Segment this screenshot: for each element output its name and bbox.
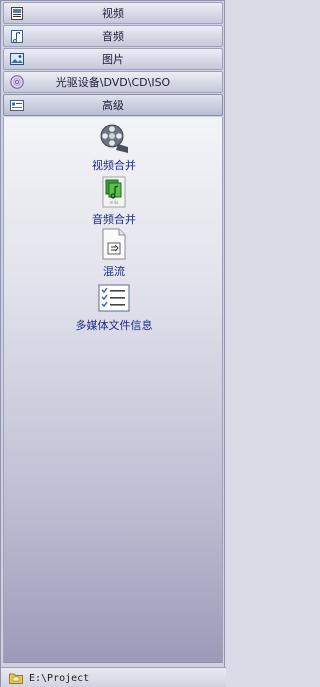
current-path: E:\Project: [29, 672, 90, 684]
category-audio[interactable]: 音频: [3, 25, 223, 47]
disc-icon: [10, 75, 24, 89]
category-label: 高级: [102, 99, 124, 112]
category-advanced[interactable]: 高级: [3, 94, 223, 116]
image-file-icon: [10, 52, 24, 66]
side-panel: 视频 音频 图片 光驱设备\DVD\CD\ISO 高级 视频合并 m4a 音频合…: [0, 0, 226, 687]
tool-label: 音频合并: [92, 213, 136, 226]
advanced-icon: [10, 98, 24, 112]
audio-file-icon: [10, 29, 24, 43]
video-file-icon: [10, 6, 24, 20]
tool-video-merge[interactable]: 视频合并: [4, 121, 224, 173]
tool-label: 混流: [103, 265, 125, 278]
category-image[interactable]: 图片: [3, 48, 223, 70]
checklist-icon: [97, 281, 131, 315]
advanced-tools-pane: 视频合并 m4a 音频合并 混流 多媒体文件信息: [3, 117, 223, 663]
category-label: 音频: [102, 30, 124, 43]
tool-audio-merge[interactable]: m4a 音频合并: [4, 175, 224, 227]
folder-icon: [9, 672, 23, 684]
music-merge-icon: m4a: [97, 175, 131, 209]
category-label: 视频: [102, 7, 124, 20]
category-label: 光驱设备\DVD\CD\ISO: [55, 76, 171, 89]
category-label: 图片: [102, 53, 124, 66]
tool-mux[interactable]: 混流: [4, 227, 224, 279]
tool-label: 视频合并: [92, 159, 136, 172]
status-bar: E:\Project: [1, 667, 226, 687]
category-video[interactable]: 视频: [3, 2, 223, 24]
svg-text:m4a: m4a: [110, 200, 119, 205]
film-reel-icon: [97, 121, 131, 155]
tool-media-info[interactable]: 多媒体文件信息: [4, 281, 224, 333]
category-disc[interactable]: 光驱设备\DVD\CD\ISO: [3, 71, 223, 93]
tool-label: 多媒体文件信息: [75, 319, 153, 332]
mux-document-icon: [97, 227, 131, 261]
